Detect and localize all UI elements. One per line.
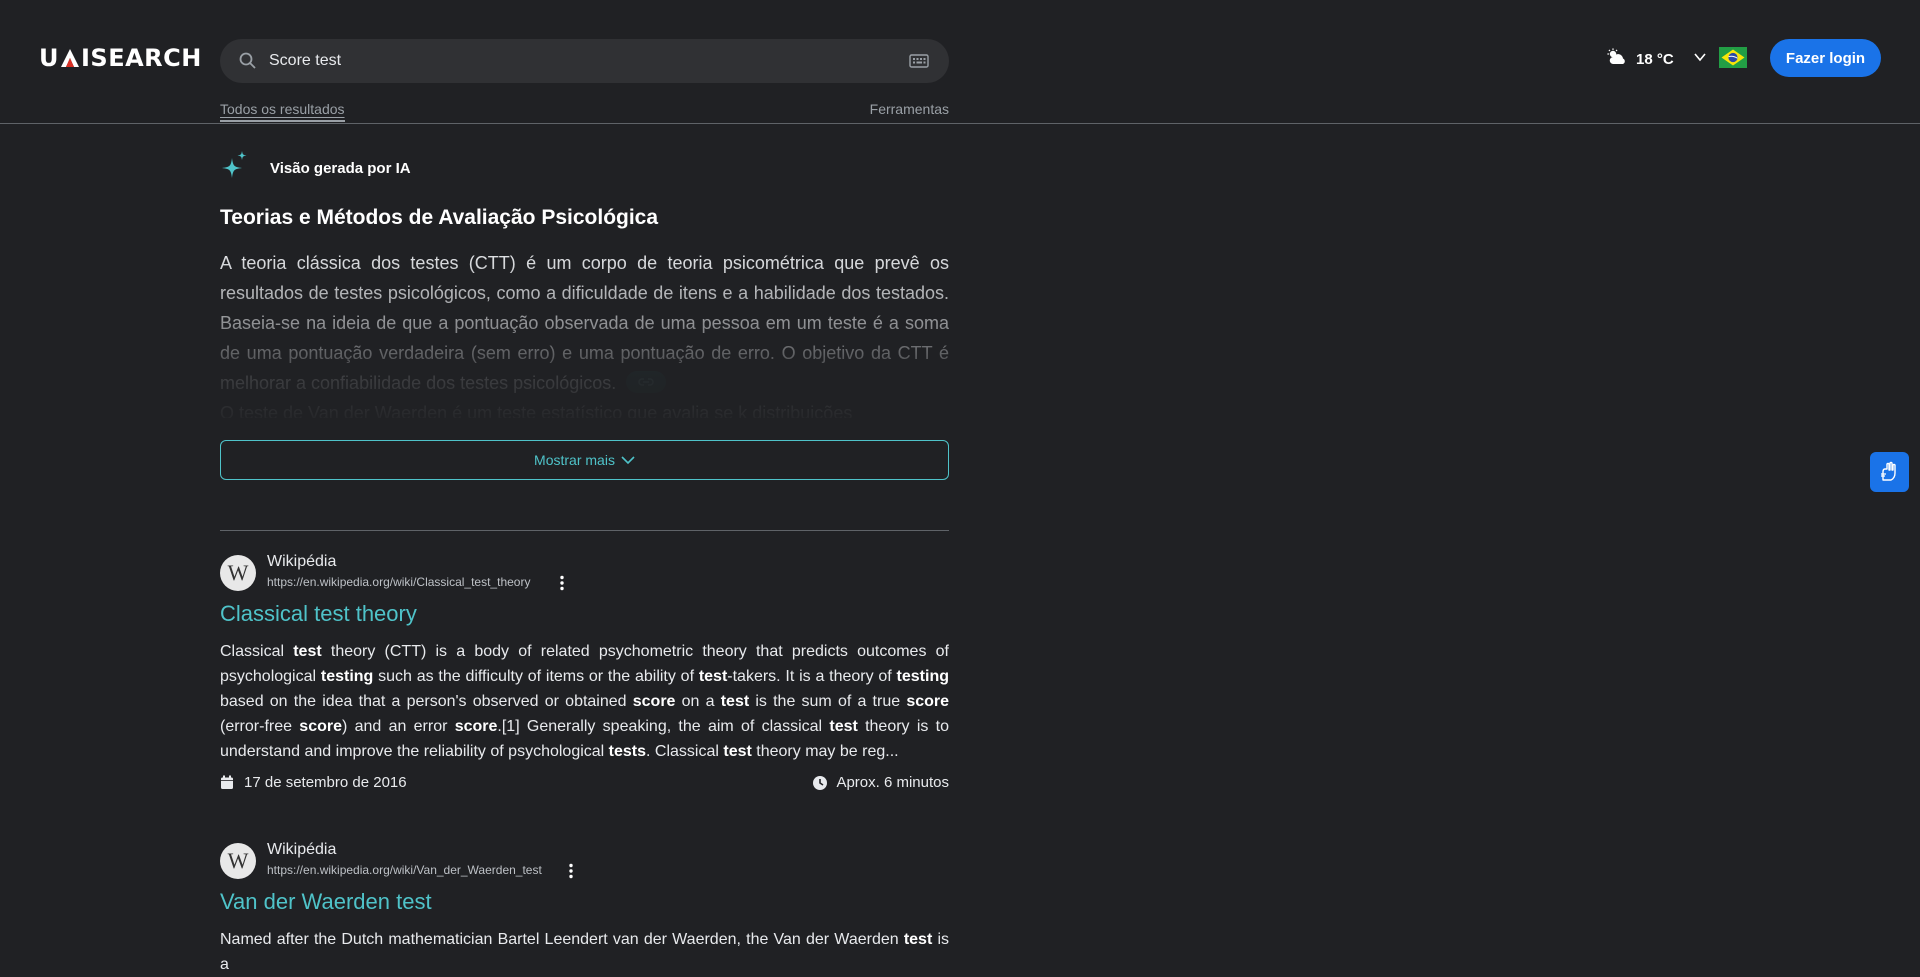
search-input[interactable]: [269, 39, 869, 83]
sign-language-button[interactable]: [1870, 452, 1909, 492]
result-read-time-text: Aprox. 6 minutos: [836, 774, 949, 791]
chevron-down-icon[interactable]: [1693, 50, 1707, 64]
brazil-flag-icon[interactable]: [1719, 47, 1747, 68]
section-divider: [220, 530, 949, 531]
search-result: W Wikipédia https://en.wikipedia.org/wik…: [220, 841, 949, 977]
logo-text-isearch: ISEARCH: [81, 44, 202, 72]
result-date-text: 17 de setembro de 2016: [244, 774, 407, 791]
result-header: W Wikipédia https://en.wikipedia.org/wik…: [220, 553, 949, 593]
citation-chip[interactable]: [626, 371, 667, 394]
wikipedia-icon: W: [220, 555, 256, 591]
result-url[interactable]: https://en.wikipedia.org/wiki/Classical_…: [267, 575, 530, 589]
ai-overview-title: Teorias e Métodos de Avaliação Psicológi…: [220, 206, 659, 229]
keyboard-icon[interactable]: [909, 53, 929, 69]
link-icon: [638, 378, 654, 386]
clock-icon: [813, 775, 828, 790]
result-site-name: Wikipédia: [267, 841, 337, 858]
result-snippet: Classical test theory (CTT) is a body of…: [220, 643, 950, 760]
wikipedia-icon: W: [220, 843, 256, 879]
result-title[interactable]: Van der Waerden test: [220, 889, 949, 915]
show-more-label: Mostrar mais: [534, 452, 615, 468]
login-button[interactable]: Fazer login: [1770, 39, 1881, 77]
search-icon: [238, 51, 258, 71]
sparkle-icon: [220, 150, 248, 186]
weather-cloud-sun-icon: [1606, 48, 1628, 70]
sign-language-icon: [1880, 461, 1896, 481]
more-vert-icon[interactable]: [555, 575, 569, 591]
more-vert-icon[interactable]: [564, 863, 578, 879]
ai-overview: Visão gerada por IA Teorias e Métodos de…: [220, 150, 949, 418]
ai-overview-header: Visão gerada por IA: [220, 150, 949, 186]
weather-temperature: 18 °C: [1636, 50, 1674, 68]
ai-paragraph: A teoria clássica dos testes (CTT) é um …: [220, 248, 949, 398]
result-site-name: Wikipédia: [267, 553, 337, 570]
calendar-icon: [221, 775, 233, 789]
uaisearch-logo[interactable]: U ISEARCH: [39, 44, 202, 72]
result-title[interactable]: Classical test theory: [220, 601, 949, 627]
result-date: 17 de setembro de 2016: [220, 774, 407, 791]
top-header: U ISEARCH Todos os resultados Ferramenta…: [0, 0, 1920, 124]
results-tabs: Todos os resultados Ferramentas: [220, 101, 949, 123]
chevron-down-icon: [621, 456, 635, 465]
weather-widget[interactable]: 18 °C: [1606, 48, 1674, 70]
ai-paragraph-text: A teoria clássica dos testes (CTT) é um …: [220, 253, 949, 393]
search-result: W Wikipédia https://en.wikipedia.org/wik…: [220, 553, 949, 796]
result-meta: 17 de setembro de 2016 Aprox. 6 minutos: [220, 774, 949, 796]
tab-all-results[interactable]: Todos os resultados: [220, 101, 345, 122]
tab-tools[interactable]: Ferramentas: [870, 101, 949, 117]
logo-text-u: U: [39, 44, 59, 72]
result-header: W Wikipédia https://en.wikipedia.org/wik…: [220, 841, 949, 881]
ai-paragraph-2: O teste de Van der Waerden é um teste es…: [220, 403, 853, 418]
ai-overview-body: A teoria clássica dos testes (CTT) é um …: [220, 248, 949, 418]
ai-overview-label: Visão gerada por IA: [270, 159, 411, 177]
result-url[interactable]: https://en.wikipedia.org/wiki/Van_der_Wa…: [267, 863, 542, 877]
result-read-time: Aprox. 6 minutos: [812, 774, 949, 791]
show-more-button[interactable]: Mostrar mais: [220, 440, 949, 480]
search-bar[interactable]: [220, 39, 949, 83]
result-snippet: Named after the Dutch mathematician Bart…: [220, 931, 950, 973]
logo-a-mark: [60, 48, 80, 68]
